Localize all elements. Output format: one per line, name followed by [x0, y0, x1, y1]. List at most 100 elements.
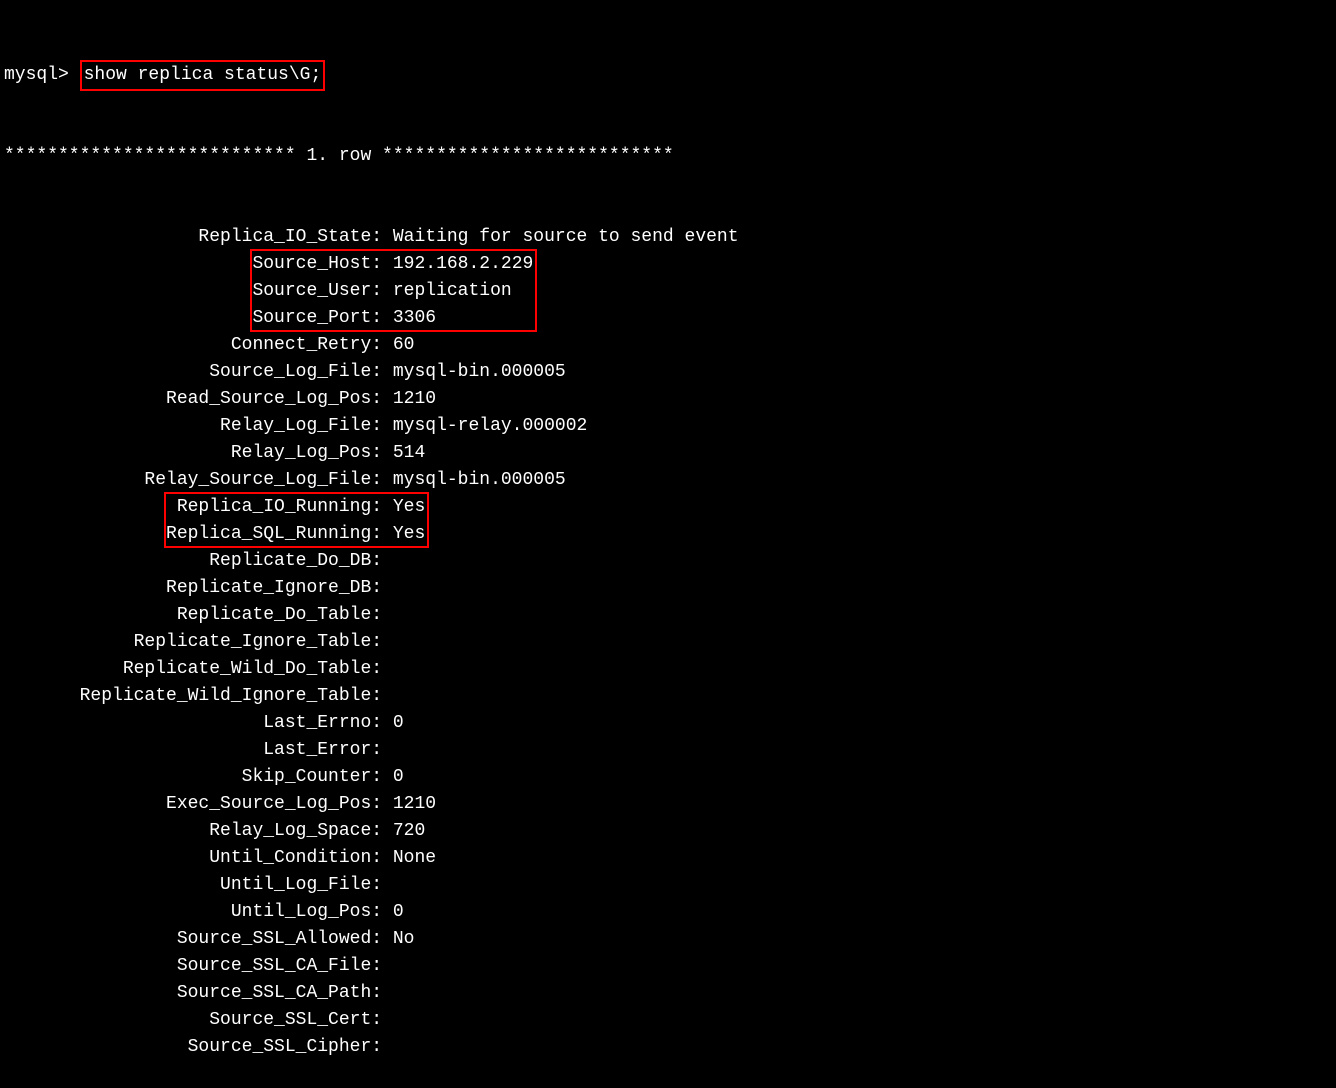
- command-value: show replica status\G;: [84, 65, 322, 85]
- status-row: Relay_Log_Space: 720: [4, 818, 1332, 845]
- field-content: Replica_SQL_Running: Yes: [166, 521, 425, 548]
- status-row: Replicate_Do_Table:: [4, 602, 1332, 629]
- status-row: Last_Errno: 0: [4, 710, 1332, 737]
- status-row: Source_SSL_CA_File:: [4, 953, 1332, 980]
- field-value: [382, 578, 393, 598]
- field-value: [382, 632, 393, 652]
- command-text: show replica status\G;: [80, 60, 326, 91]
- command-line: mysql> show replica status\G;: [4, 62, 1332, 89]
- status-row: Last_Error:: [4, 737, 1332, 764]
- field-value: [382, 1037, 393, 1057]
- status-row: Exec_Source_Log_Pos: 1210: [4, 791, 1332, 818]
- field-label: Exec_Source_Log_Pos:: [4, 794, 382, 814]
- field-value: 514: [382, 443, 425, 463]
- field-indent: [4, 308, 252, 328]
- status-row: Until_Condition: None: [4, 845, 1332, 872]
- status-row: Replica_IO_Running: Yes: [4, 494, 1332, 521]
- field-label: Source_SSL_Cert:: [4, 1010, 382, 1030]
- mysql-prompt: mysql>: [4, 65, 69, 85]
- status-row: Replicate_Do_DB:: [4, 548, 1332, 575]
- terminal-output: mysql> show replica status\G; **********…: [4, 8, 1332, 1088]
- status-row: Replicate_Wild_Ignore_Table:: [4, 683, 1332, 710]
- field-indent: [4, 254, 252, 274]
- field-label: Source_SSL_CA_Path:: [4, 983, 382, 1003]
- status-row: Replica_SQL_Running: Yes: [4, 521, 1332, 548]
- field-label: Last_Errno:: [4, 713, 382, 733]
- field-label: Source_SSL_Cipher:: [4, 1037, 382, 1057]
- field-label: Relay_Log_Pos:: [4, 443, 382, 463]
- status-row: Relay_Log_File: mysql-relay.000002: [4, 413, 1332, 440]
- field-label: Replicate_Do_DB:: [4, 551, 382, 571]
- field-label: Last_Error:: [4, 740, 382, 760]
- status-fields: Replica_IO_State: Waiting for source to …: [4, 224, 1332, 1061]
- status-row: Replicate_Wild_Do_Table:: [4, 656, 1332, 683]
- field-label: Read_Source_Log_Pos:: [4, 389, 382, 409]
- status-row: Relay_Source_Log_File: mysql-bin.000005: [4, 467, 1332, 494]
- field-value: [382, 551, 393, 571]
- status-row: Until_Log_File:: [4, 872, 1332, 899]
- highlighted-group: Replica_IO_Running: Yes Replica_SQL_Runn…: [4, 494, 1332, 548]
- status-row: Source_SSL_Allowed: No: [4, 926, 1332, 953]
- status-row: Replica_IO_State: Waiting for source to …: [4, 224, 1332, 251]
- field-value: 1210: [382, 794, 436, 814]
- field-label: Connect_Retry:: [4, 335, 382, 355]
- row-separator: *************************** 1. row *****…: [4, 143, 1332, 170]
- field-indent: [4, 524, 166, 544]
- field-value: 0: [382, 713, 404, 733]
- field-value: 60: [382, 335, 414, 355]
- field-value: mysql-bin.000005: [382, 470, 566, 490]
- field-value: [382, 983, 393, 1003]
- field-value: [382, 875, 393, 895]
- status-row: Replicate_Ignore_Table:: [4, 629, 1332, 656]
- field-value: None: [382, 848, 436, 868]
- field-value: Waiting for source to send event: [382, 227, 738, 247]
- field-label: Source_Log_File:: [4, 362, 382, 382]
- status-row: Replicate_Ignore_DB:: [4, 575, 1332, 602]
- status-row: Skip_Counter: 0: [4, 764, 1332, 791]
- field-label: Source_SSL_CA_File:: [4, 956, 382, 976]
- field-content: Source_User: replication: [252, 278, 533, 305]
- field-indent: [4, 281, 252, 301]
- field-value: [382, 605, 393, 625]
- field-value: [382, 686, 393, 706]
- field-label: Relay_Log_Space:: [4, 821, 382, 841]
- field-label: Until_Log_Pos:: [4, 902, 382, 922]
- status-row: Source_User: replication: [4, 278, 1332, 305]
- status-row: Connect_Retry: 60: [4, 332, 1332, 359]
- field-label: Replicate_Do_Table:: [4, 605, 382, 625]
- field-label: Until_Condition:: [4, 848, 382, 868]
- field-label: Replicate_Wild_Do_Table:: [4, 659, 382, 679]
- field-value: 720: [382, 821, 425, 841]
- status-row: Source_SSL_Cert:: [4, 1007, 1332, 1034]
- field-label: Source_SSL_Allowed:: [4, 929, 382, 949]
- field-label: Relay_Source_Log_File:: [4, 470, 382, 490]
- field-value: 1210: [382, 389, 436, 409]
- status-row: Read_Source_Log_Pos: 1210: [4, 386, 1332, 413]
- field-value: mysql-bin.000005: [382, 362, 566, 382]
- field-value: [382, 659, 393, 679]
- field-value: mysql-relay.000002: [382, 416, 587, 436]
- field-label: Relay_Log_File:: [4, 416, 382, 436]
- field-value: No: [382, 929, 414, 949]
- status-row: Until_Log_Pos: 0: [4, 899, 1332, 926]
- field-label: Replicate_Ignore_Table:: [4, 632, 382, 652]
- field-value: [382, 956, 393, 976]
- status-row: Source_SSL_Cipher:: [4, 1034, 1332, 1061]
- field-value: [382, 1010, 393, 1030]
- field-content: Replica_IO_Running: Yes: [166, 494, 425, 521]
- status-row: Source_Log_File: mysql-bin.000005: [4, 359, 1332, 386]
- field-value: [382, 740, 393, 760]
- field-value: 0: [382, 902, 404, 922]
- status-row: Source_Host: 192.168.2.229: [4, 251, 1332, 278]
- status-row: Relay_Log_Pos: 514: [4, 440, 1332, 467]
- status-row: Source_SSL_CA_Path:: [4, 980, 1332, 1007]
- field-label: Until_Log_File:: [4, 875, 382, 895]
- field-content: Source_Port: 3306: [252, 305, 533, 332]
- field-label: Replica_IO_State:: [4, 227, 382, 247]
- field-indent: [4, 497, 166, 517]
- field-value: 0: [382, 767, 404, 787]
- field-label: Skip_Counter:: [4, 767, 382, 787]
- field-label: Replicate_Ignore_DB:: [4, 578, 382, 598]
- highlighted-group: Source_Host: 192.168.2.229 Source_User: …: [4, 251, 1332, 332]
- status-row: Source_Port: 3306: [4, 305, 1332, 332]
